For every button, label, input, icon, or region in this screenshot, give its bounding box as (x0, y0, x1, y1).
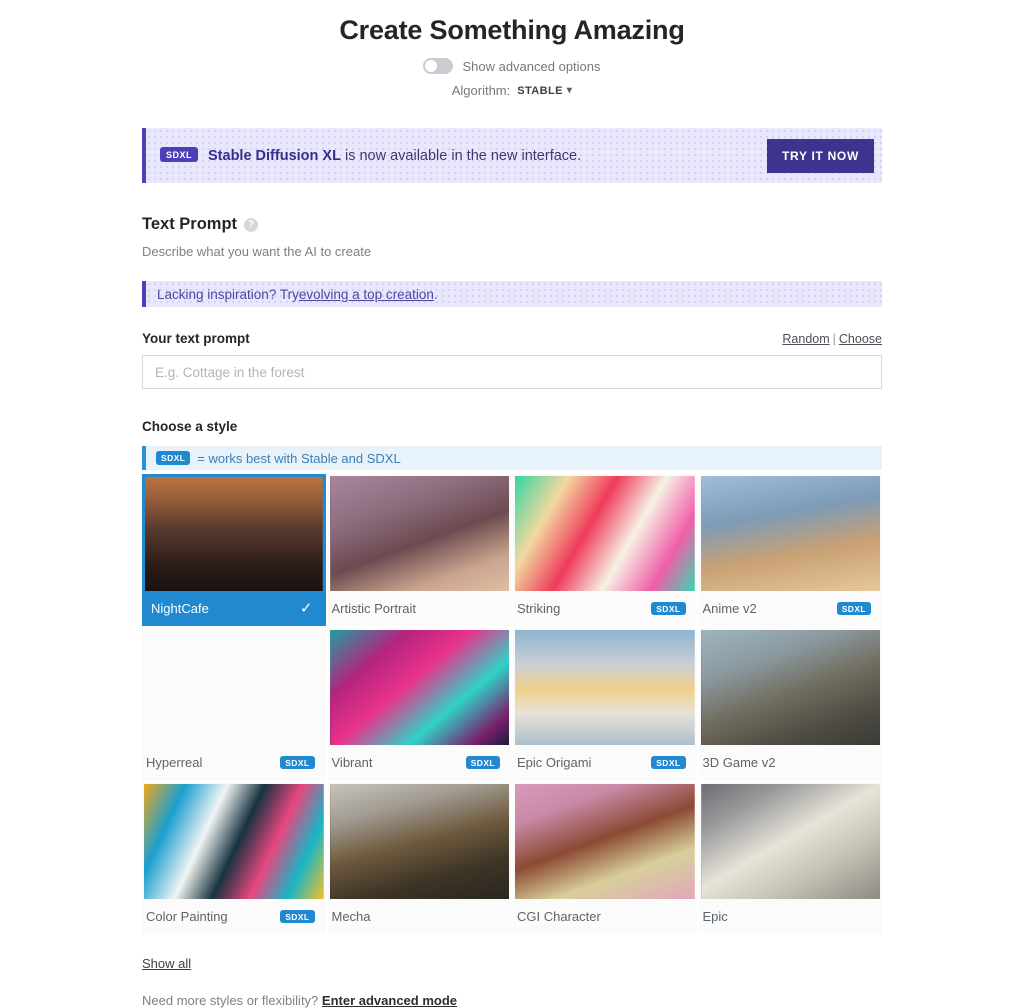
style-label: Epic Origami (517, 755, 592, 770)
text-prompt-subtitle: Describe what you want the AI to create (142, 244, 372, 259)
style-label: Color Painting (146, 909, 228, 924)
style-caption: CGI Character (515, 899, 695, 934)
sdxl-badge-icon: SDXL (160, 147, 199, 162)
try-it-now-button[interactable]: TRY IT NOW (767, 138, 874, 173)
create-page: Create Something Amazing Show advanced o… (0, 0, 1024, 1008)
style-label: Artistic Portrait (331, 601, 417, 616)
text-prompt-heading: Text Prompt ? (142, 215, 882, 234)
link-separator: | (832, 332, 836, 346)
style-card-hyperreal[interactable]: Hyperreal SDXL (142, 628, 326, 780)
style-thumbnail (515, 630, 695, 745)
algorithm-label: Algorithm: (451, 83, 511, 98)
sdxl-badge-icon: SDXL (280, 755, 315, 770)
style-card-color-painting[interactable]: Color Painting SDXL (142, 782, 326, 934)
style-label: Anime v2 (702, 601, 757, 616)
show-all-link[interactable]: Show all (142, 956, 191, 971)
inspiration-suffix: . (433, 286, 438, 302)
style-thumbnail (515, 476, 695, 591)
style-caption: Anime v2 SDXL (701, 591, 881, 626)
prompt-field-header: Your text prompt Random | Choose (142, 331, 882, 346)
style-caption: 3D Game v2 (701, 745, 881, 780)
prompt-input[interactable] (142, 355, 882, 389)
page-title: Create Something Amazing (339, 15, 685, 45)
style-thumbnail (700, 476, 880, 591)
algorithm-row: Algorithm: STABLE ▾ (0, 83, 1024, 98)
chevron-down-icon: ▾ (566, 84, 573, 96)
sdxl-promo-banner: SDXL Stable Diffusion XL is now available… (142, 128, 882, 183)
style-thumbnail (700, 630, 880, 745)
sdxl-badge-icon: SDXL (156, 451, 191, 465)
style-label: NightCafe (151, 601, 209, 616)
sdxl-legend-text: = works best with Stable and SDXL (197, 450, 401, 466)
style-grid: NightCafe ✓ Artistic Portrait Striking SDXL A… (142, 474, 882, 934)
toggle-knob (425, 60, 438, 72)
text-prompt-title: Text Prompt (142, 215, 238, 233)
prompt-helper-links: Random | Choose (782, 332, 882, 346)
evolve-top-creation-link[interactable]: evolving a top creation (299, 287, 434, 302)
sdxl-legend-banner: SDXL = works best with Stable and SDXL (142, 446, 882, 470)
help-icon[interactable]: ? (244, 217, 259, 232)
choose-prompt-link[interactable]: Choose (839, 332, 882, 346)
style-card-anime-v2[interactable]: Anime v2 SDXL (698, 474, 882, 626)
style-thumbnail (329, 476, 509, 591)
sdxl-badge-icon: SDXL (651, 601, 686, 616)
content-column: SDXL Stable Diffusion XL is now available… (142, 128, 882, 1008)
algorithm-value: STABLE (517, 84, 563, 97)
inspiration-banner: Lacking inspiration? Try evolving a top … (142, 281, 882, 307)
style-card-3d-game-v2[interactable]: 3D Game v2 (698, 628, 882, 780)
sdxl-badge-icon: SDXL (280, 909, 315, 924)
style-card-artistic-portrait[interactable]: Artistic Portrait (327, 474, 511, 626)
style-label: Mecha (331, 909, 371, 924)
style-caption: Mecha (330, 899, 510, 934)
random-prompt-link[interactable]: Random (782, 332, 829, 346)
inspiration-prefix: Lacking inspiration? Try (157, 286, 299, 302)
advanced-mode-footnote: Need more styles or flexibility? Enter a… (142, 993, 882, 1008)
advanced-options-label: Show advanced options (462, 58, 601, 74)
style-label: Epic (702, 909, 728, 924)
algorithm-selector[interactable]: STABLE ▾ (517, 85, 572, 97)
style-card-nightcafe[interactable]: NightCafe ✓ (142, 474, 326, 626)
sdxl-badge-icon: SDXL (836, 601, 871, 616)
style-label: 3D Game v2 (702, 755, 776, 770)
style-thumbnail (329, 784, 509, 899)
style-label: Striking (517, 601, 561, 616)
promo-message: SDXL Stable Diffusion XL is now available… (160, 147, 581, 164)
prompt-field-label: Your text prompt (142, 331, 250, 346)
show-all-row: Show all (142, 956, 882, 971)
style-card-vibrant[interactable]: Vibrant SDXL (327, 628, 511, 780)
style-label: CGI Character (517, 909, 601, 924)
style-card-striking[interactable]: Striking SDXL (513, 474, 697, 626)
style-card-epic[interactable]: Epic (698, 782, 882, 934)
style-caption: Artistic Portrait (330, 591, 510, 626)
promo-rest-text: is now available in the new interface. (340, 148, 582, 164)
style-label: Vibrant (331, 755, 373, 770)
style-caption: NightCafe ✓ (145, 591, 323, 626)
advanced-options-toggle[interactable] (423, 58, 454, 74)
check-icon: ✓ (299, 600, 313, 617)
style-caption: Striking SDXL (515, 591, 695, 626)
style-thumbnail (700, 784, 880, 899)
style-caption: Epic (701, 899, 881, 934)
style-caption: Epic Origami SDXL (515, 745, 695, 780)
style-label: Hyperreal (146, 755, 203, 770)
style-caption: Hyperreal SDXL (144, 745, 324, 780)
advanced-options-toggle-row: Show advanced options (0, 58, 1024, 74)
style-card-cgi-character[interactable]: CGI Character (513, 782, 697, 934)
sdxl-badge-icon: SDXL (651, 755, 686, 770)
style-caption: Color Painting SDXL (144, 899, 324, 934)
style-thumbnail (515, 784, 695, 899)
style-thumbnail (329, 630, 509, 745)
style-card-epic-origami[interactable]: Epic Origami SDXL (513, 628, 697, 780)
choose-style-heading: Choose a style (142, 419, 238, 434)
style-thumbnail (145, 477, 323, 591)
footnote-prefix: Need more styles or flexibility? (142, 993, 322, 1008)
sdxl-badge-icon: SDXL (465, 755, 500, 770)
style-thumbnail (144, 630, 324, 745)
style-thumbnail (144, 784, 324, 899)
promo-strong-text: Stable Diffusion XL (208, 148, 341, 164)
style-card-mecha[interactable]: Mecha (327, 782, 511, 934)
enter-advanced-mode-link[interactable]: Enter advanced mode (322, 993, 457, 1008)
style-caption: Vibrant SDXL (330, 745, 510, 780)
